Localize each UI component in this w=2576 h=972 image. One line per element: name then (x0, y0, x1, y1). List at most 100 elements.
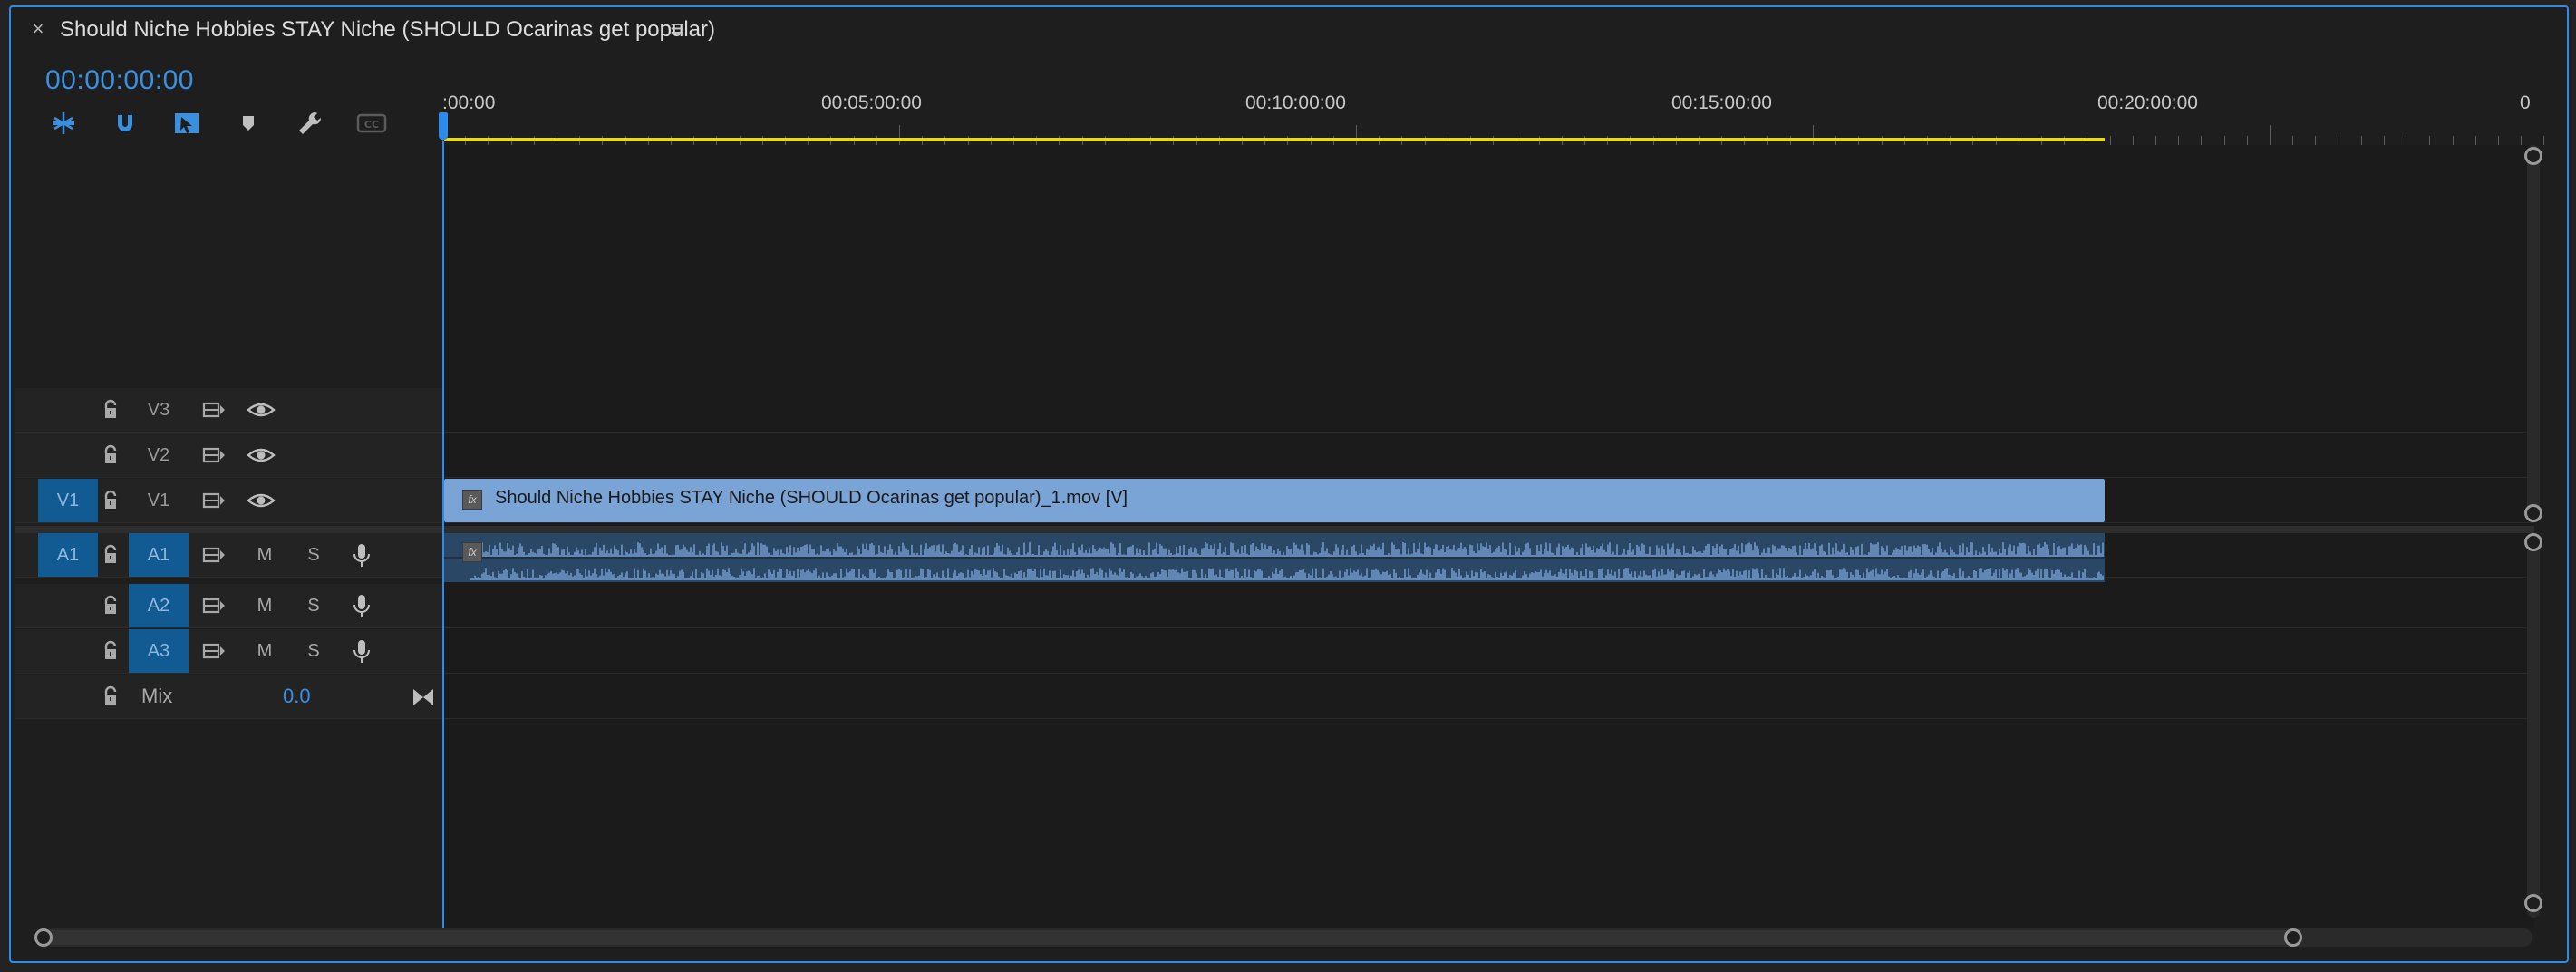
track-header-a3: A3 M S (15, 629, 442, 673)
fx-badge: fx (462, 542, 482, 562)
insert-overwrite-icon (53, 112, 74, 134)
panel-menu-button[interactable]: ≡ (665, 16, 689, 40)
audio-waveform (444, 542, 2105, 580)
settings-wrench-icon (299, 112, 322, 134)
lock-icon[interactable] (100, 544, 121, 566)
ruler-tick (1813, 125, 1814, 145)
sequence-tab-title[interactable]: Should Niche Hobbies STAY Niche (SHOULD … (60, 17, 715, 43)
lock-icon[interactable] (100, 595, 121, 617)
sync-lock-icon[interactable] (201, 444, 227, 466)
audio-scroll-top-handle[interactable] (2524, 533, 2542, 551)
waveform-channel (470, 542, 2104, 557)
ruler-tick (2109, 136, 2111, 145)
svg-text:CC: CC (364, 119, 379, 131)
zoom-left-handle[interactable] (34, 928, 53, 947)
track-header-mix: Mix 0.0 (15, 675, 442, 718)
microphone-icon[interactable] (350, 593, 373, 620)
eye-icon[interactable] (247, 490, 276, 511)
close-tab-button[interactable]: × (27, 18, 49, 40)
track-target-v3[interactable]: V3 (129, 388, 189, 432)
mute-button-a2[interactable]: M (252, 584, 277, 627)
work-area-bar[interactable] (444, 138, 2105, 141)
video-audio-divider[interactable] (15, 526, 2534, 533)
ruler-tick (2474, 136, 2476, 145)
lock-icon[interactable] (100, 444, 121, 466)
sync-lock-icon[interactable] (201, 490, 227, 511)
sync-lock-icon[interactable] (201, 544, 227, 566)
video-scroll-bottom-handle[interactable] (2524, 504, 2542, 522)
track-header-v3: V3 (15, 388, 442, 432)
track-target-a1[interactable]: A1 (129, 533, 189, 577)
ruler-label: 00:20:00:00 (2097, 92, 2198, 113)
track-a2: A2 M S (15, 584, 2534, 628)
linked-selection-icon (175, 113, 199, 133)
track-mix: Mix 0.0 (15, 675, 2534, 719)
track-header-a1: A1 A1 M S (15, 533, 442, 577)
zoom-right-handle[interactable] (2284, 928, 2302, 947)
video-vertical-scrollbar[interactable] (2527, 145, 2540, 519)
ruler-tick (2452, 136, 2454, 145)
source-patch-v1[interactable]: V1 (38, 479, 98, 522)
video-clip-name: Should Niche Hobbies STAY Niche (SHOULD … (495, 488, 1128, 508)
ruler-tick (2132, 136, 2134, 145)
fx-badge: fx (462, 490, 482, 510)
track-target-v2[interactable]: V2 (129, 433, 189, 477)
audio-scroll-bottom-handle[interactable] (2524, 894, 2542, 912)
lock-icon[interactable] (100, 685, 121, 707)
video-clip[interactable]: fx Should Niche Hobbies STAY Niche (SHOU… (444, 479, 2105, 522)
source-patch-a1[interactable]: A1 (38, 533, 98, 577)
ruler-tick (2246, 136, 2248, 145)
playhead-line (442, 141, 444, 928)
track-target-a2[interactable]: A2 (129, 584, 189, 627)
track-header-v2: V2 (15, 433, 442, 477)
time-ruler[interactable]: :00:00 00:05:00:00 00:10:00:00 00:15:00:… (442, 83, 2545, 145)
track-v3: V3 (15, 388, 2534, 433)
mute-button-a1[interactable]: M (252, 533, 277, 577)
ruler-tick (2178, 136, 2180, 145)
insert-overwrite-button[interactable] (47, 107, 80, 140)
track-target-a3[interactable]: A3 (129, 629, 189, 673)
ruler-tick (2521, 136, 2523, 145)
timeline-settings-button[interactable] (294, 107, 326, 140)
eye-icon[interactable] (247, 444, 276, 466)
snap-button[interactable] (109, 107, 141, 140)
solo-button-a2[interactable]: S (301, 584, 326, 627)
playhead-timecode[interactable]: 00:00:00:00 (45, 65, 194, 96)
mix-panner-icon[interactable] (412, 687, 435, 707)
captions-button[interactable]: CC (355, 107, 388, 140)
ruler-tick (2270, 125, 2271, 145)
ruler-tick (899, 125, 900, 145)
audio-vertical-scrollbar[interactable] (2527, 533, 2540, 918)
ruler-tick (2315, 136, 2317, 145)
microphone-icon[interactable] (350, 638, 373, 666)
solo-button-a3[interactable]: S (301, 629, 326, 673)
mix-volume-value[interactable]: 0.0 (283, 675, 311, 718)
ruler-label: :00:00 (442, 92, 496, 113)
sync-lock-icon[interactable] (201, 640, 227, 662)
track-header-v1: V1 V1 (15, 479, 442, 522)
sync-lock-icon[interactable] (201, 595, 227, 617)
eye-icon[interactable] (247, 399, 276, 421)
ruler-tick (1356, 125, 1357, 145)
playhead-handle[interactable] (439, 112, 448, 140)
microphone-icon[interactable] (350, 542, 373, 569)
sync-lock-icon[interactable] (201, 399, 227, 421)
mix-label: Mix (141, 685, 173, 707)
horizontal-scroll-thumb[interactable] (45, 930, 2297, 945)
audio-clip[interactable]: fx (444, 533, 2105, 582)
ruler-label: 0 (2520, 92, 2531, 113)
mute-button-a3[interactable]: M (252, 629, 277, 673)
lock-icon[interactable] (100, 399, 121, 421)
lock-icon[interactable] (100, 490, 121, 511)
ruler-tick (2360, 136, 2362, 145)
add-marker-icon (243, 116, 254, 131)
lock-icon[interactable] (100, 640, 121, 662)
snap-icon (118, 115, 132, 131)
solo-button-a1[interactable]: S (301, 533, 326, 577)
horizontal-zoom-scrollbar[interactable] (44, 928, 2532, 947)
video-scroll-top-handle[interactable] (2524, 147, 2542, 165)
ruler-tick (2223, 136, 2225, 145)
track-target-v1[interactable]: V1 (129, 479, 189, 522)
add-marker-button[interactable] (232, 107, 265, 140)
linked-selection-button[interactable] (170, 107, 203, 140)
